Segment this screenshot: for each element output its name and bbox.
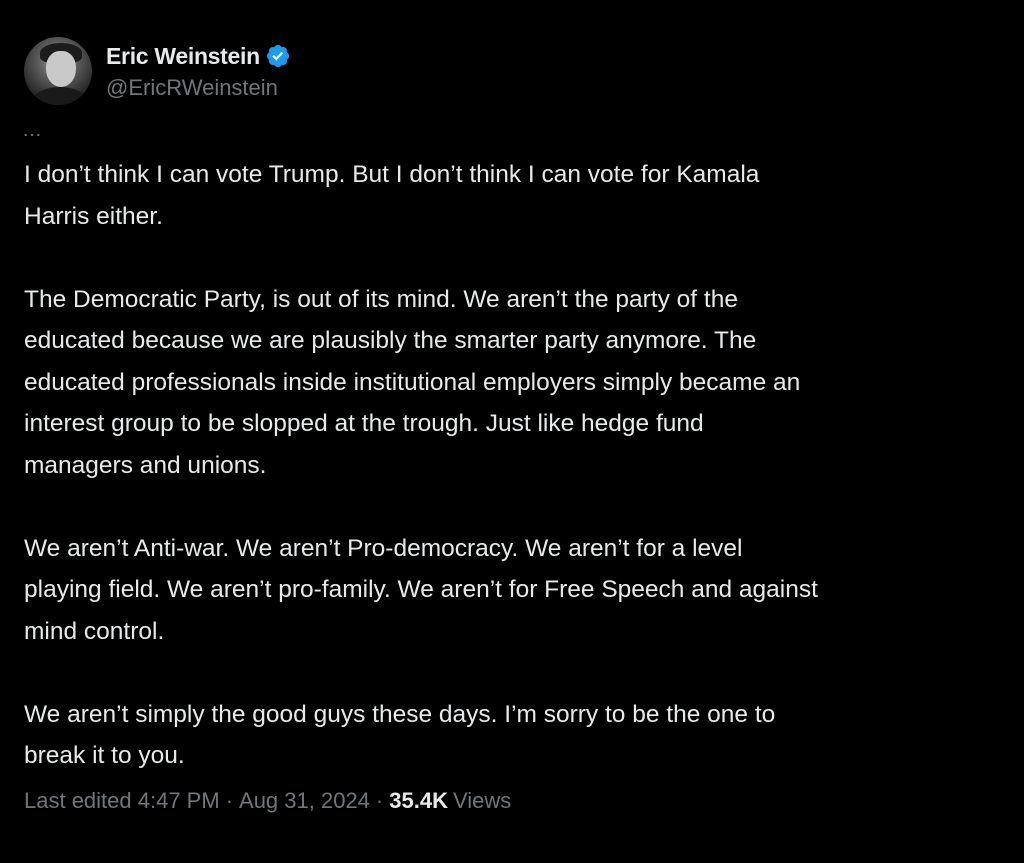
meta-separator: · bbox=[375, 788, 384, 813]
views-label: Views bbox=[452, 788, 512, 813]
tweet-paragraph: We aren’t simply the good guys these day… bbox=[24, 700, 776, 770]
avatar[interactable] bbox=[24, 37, 92, 105]
tweet-header: Eric Weinstein @EricRWeinstein bbox=[24, 36, 291, 106]
tweet-paragraph: I don’t think I can vote Trump. But I do… bbox=[24, 161, 760, 230]
tweet-paragraph: The Democratic Party, is out of its mind… bbox=[24, 285, 801, 479]
author-display-name[interactable]: Eric Weinstein bbox=[106, 43, 260, 70]
tweet-meta: Last edited 4:47 PM · Aug 31, 2024 · 35.… bbox=[24, 788, 511, 814]
tweet-date[interactable]: Aug 31, 2024 bbox=[239, 788, 370, 814]
meta-separator: · bbox=[225, 788, 234, 813]
avatar-shoulders bbox=[32, 87, 88, 105]
avatar-face bbox=[46, 51, 76, 87]
name-row: Eric Weinstein bbox=[106, 41, 291, 71]
more-options-icon[interactable]: … bbox=[22, 120, 44, 140]
tweet-text: I don’t think I can vote Trump. But I do… bbox=[24, 154, 1004, 777]
edited-timestamp[interactable]: Last edited 4:47 PM bbox=[24, 788, 220, 814]
author-handle[interactable]: @EricRWeinstein bbox=[106, 75, 291, 101]
tweet-card: Eric Weinstein @EricRWeinstein … I don’t… bbox=[0, 0, 1024, 863]
author-names: Eric Weinstein @EricRWeinstein bbox=[106, 41, 291, 101]
tweet-paragraph: We aren’t Anti-war. We aren’t Pro-democr… bbox=[24, 534, 818, 645]
views-count[interactable]: 35.4K bbox=[389, 788, 448, 814]
verified-badge-icon bbox=[266, 44, 289, 68]
